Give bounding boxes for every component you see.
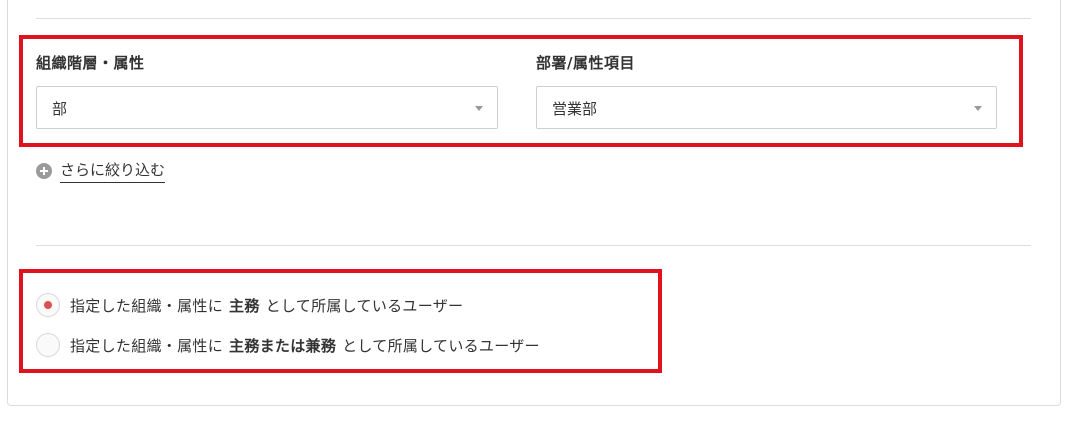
hierarchy-label: 組織階層・属性: [36, 54, 145, 72]
chevron-down-icon: [475, 106, 483, 111]
middle-divider: [36, 245, 1031, 246]
narrow-down-label: さらに絞り込む: [60, 159, 166, 183]
plus-circle-icon: [36, 163, 52, 179]
chevron-down-icon: [974, 106, 982, 111]
hierarchy-select[interactable]: 部: [36, 86, 498, 129]
highlight-box-radios: [19, 269, 662, 373]
radio-label-primary: 指定した組織・属性に 主務 として所属しているユーザー: [70, 297, 464, 315]
radio-label-primary-or-concurrent: 指定した組織・属性に 主務または兼務 として所属しているユーザー: [70, 337, 540, 355]
radio-button-primary-or-concurrent[interactable]: [36, 333, 60, 357]
department-select-value: 営業部: [552, 100, 598, 118]
department-select[interactable]: 営業部: [536, 86, 997, 129]
top-divider: [36, 18, 1031, 19]
hierarchy-select-value: 部: [52, 100, 68, 118]
radio-button-primary[interactable]: [36, 293, 60, 317]
department-label: 部署/属性項目: [536, 54, 635, 72]
